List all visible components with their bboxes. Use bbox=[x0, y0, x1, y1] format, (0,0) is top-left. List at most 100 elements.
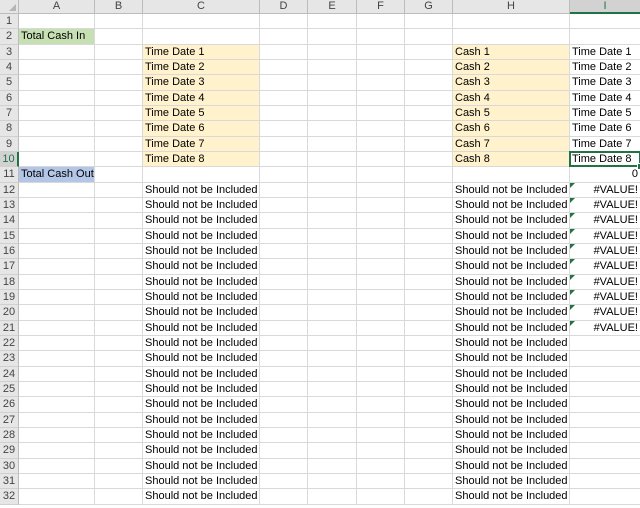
cell-h3[interactable]: Cash 1 bbox=[453, 44, 570, 60]
cell-h19[interactable]: Should not be Included bbox=[453, 289, 570, 306]
cell-b9[interactable] bbox=[95, 136, 143, 152]
cell-g30[interactable] bbox=[405, 458, 453, 474]
cell-g26[interactable] bbox=[405, 397, 453, 413]
cell-f9[interactable] bbox=[357, 136, 405, 152]
cell-h31[interactable]: Should not be Included bbox=[453, 473, 570, 490]
cell-e4[interactable] bbox=[308, 59, 357, 76]
cell-i10[interactable]: Time Date 8 bbox=[570, 152, 640, 168]
cell-i11[interactable]: 0 bbox=[570, 167, 640, 183]
cell-i5[interactable]: Time Date 3 bbox=[570, 75, 640, 91]
cell-a9[interactable] bbox=[19, 136, 95, 152]
cell-e23[interactable] bbox=[308, 351, 357, 367]
cell-f1[interactable] bbox=[357, 14, 405, 30]
cell-c30[interactable]: Should not be Included bbox=[143, 458, 260, 474]
cell-b10[interactable] bbox=[95, 151, 143, 168]
cell-c29[interactable]: Should not be Included bbox=[143, 443, 260, 459]
cell-i9[interactable]: Time Date 7 bbox=[570, 137, 640, 152]
cell-b24[interactable] bbox=[95, 366, 143, 382]
error-indicator-icon[interactable] bbox=[570, 289, 575, 295]
cell-b12[interactable] bbox=[95, 182, 143, 198]
cell-c12[interactable]: Should not be Included bbox=[143, 182, 260, 198]
cell-e26[interactable] bbox=[308, 397, 357, 413]
cell-f26[interactable] bbox=[357, 397, 405, 413]
cell-i14[interactable]: #VALUE! bbox=[570, 213, 640, 229]
cell-e9[interactable] bbox=[308, 136, 357, 152]
cell-g2[interactable] bbox=[405, 29, 453, 45]
cell-a15[interactable] bbox=[19, 228, 95, 244]
cell-h14[interactable]: Should not be Included bbox=[453, 213, 570, 229]
cell-g18[interactable] bbox=[405, 274, 453, 290]
cell-a8[interactable] bbox=[19, 121, 95, 137]
cell-c31[interactable]: Should not be Included bbox=[143, 473, 260, 490]
cell-e16[interactable] bbox=[308, 243, 357, 260]
cell-a13[interactable] bbox=[19, 197, 95, 214]
row-header-16[interactable]: 16 bbox=[0, 243, 19, 260]
cell-f3[interactable] bbox=[357, 44, 405, 60]
cell-b8[interactable] bbox=[95, 121, 143, 137]
cell-f17[interactable] bbox=[357, 259, 405, 275]
row-header-20[interactable]: 20 bbox=[0, 305, 19, 321]
cell-i31[interactable] bbox=[570, 474, 640, 490]
cell-i28[interactable] bbox=[570, 428, 640, 444]
cell-i4[interactable]: Time Date 2 bbox=[570, 60, 640, 76]
row-header-11[interactable]: 11 bbox=[0, 167, 19, 183]
cell-a12[interactable] bbox=[19, 182, 95, 198]
cell-b18[interactable] bbox=[95, 274, 143, 290]
row-header-23[interactable]: 23 bbox=[0, 351, 19, 367]
cell-b2[interactable] bbox=[95, 29, 143, 45]
cell-d25[interactable] bbox=[260, 381, 308, 398]
row-header-5[interactable]: 5 bbox=[0, 75, 19, 91]
cell-e7[interactable] bbox=[308, 105, 357, 122]
cell-g29[interactable] bbox=[405, 443, 453, 459]
cell-f2[interactable] bbox=[357, 29, 405, 45]
cell-h21[interactable]: Should not be Included bbox=[453, 320, 570, 336]
cell-g31[interactable] bbox=[405, 473, 453, 490]
cell-f22[interactable] bbox=[357, 335, 405, 352]
column-header-f[interactable]: F bbox=[357, 0, 405, 14]
cell-i8[interactable]: Time Date 6 bbox=[570, 121, 640, 137]
cell-e20[interactable] bbox=[308, 305, 357, 321]
row-header-7[interactable]: 7 bbox=[0, 105, 19, 122]
cell-c2[interactable] bbox=[143, 29, 260, 45]
cell-c20[interactable]: Should not be Included bbox=[143, 305, 260, 321]
cell-e27[interactable] bbox=[308, 412, 357, 428]
cell-a16[interactable] bbox=[19, 243, 95, 260]
cell-d4[interactable] bbox=[260, 59, 308, 76]
cell-g6[interactable] bbox=[405, 90, 453, 106]
cell-d31[interactable] bbox=[260, 473, 308, 490]
cell-e25[interactable] bbox=[308, 381, 357, 398]
cell-e3[interactable] bbox=[308, 44, 357, 60]
cell-f7[interactable] bbox=[357, 105, 405, 122]
cell-d24[interactable] bbox=[260, 366, 308, 382]
cell-c11[interactable] bbox=[143, 167, 260, 183]
row-header-24[interactable]: 24 bbox=[0, 366, 19, 382]
cell-c23[interactable]: Should not be Included bbox=[143, 351, 260, 367]
cell-a24[interactable] bbox=[19, 366, 95, 382]
cell-c4[interactable]: Time Date 2 bbox=[143, 59, 260, 76]
cell-a25[interactable] bbox=[19, 381, 95, 398]
cell-h7[interactable]: Cash 5 bbox=[453, 105, 570, 122]
cell-a5[interactable] bbox=[19, 75, 95, 91]
cell-e19[interactable] bbox=[308, 289, 357, 306]
cell-a4[interactable] bbox=[19, 59, 95, 76]
cell-g12[interactable] bbox=[405, 182, 453, 198]
row-header-21[interactable]: 21 bbox=[0, 320, 19, 336]
cell-c18[interactable]: Should not be Included bbox=[143, 274, 260, 290]
cell-f29[interactable] bbox=[357, 443, 405, 459]
cell-i23[interactable] bbox=[570, 351, 640, 367]
cell-h29[interactable]: Should not be Included bbox=[453, 443, 570, 459]
cell-d22[interactable] bbox=[260, 335, 308, 352]
cell-d26[interactable] bbox=[260, 397, 308, 413]
cell-b6[interactable] bbox=[95, 90, 143, 106]
cell-c22[interactable]: Should not be Included bbox=[143, 335, 260, 352]
cell-g3[interactable] bbox=[405, 44, 453, 60]
cell-g20[interactable] bbox=[405, 305, 453, 321]
cell-d32[interactable] bbox=[260, 489, 308, 505]
cell-e22[interactable] bbox=[308, 335, 357, 352]
cell-g21[interactable] bbox=[405, 320, 453, 336]
cell-i32[interactable] bbox=[570, 489, 640, 505]
cell-e10[interactable] bbox=[308, 151, 357, 168]
error-indicator-icon[interactable] bbox=[570, 213, 575, 219]
cell-h20[interactable]: Should not be Included bbox=[453, 305, 570, 321]
cell-h25[interactable]: Should not be Included bbox=[453, 381, 570, 398]
